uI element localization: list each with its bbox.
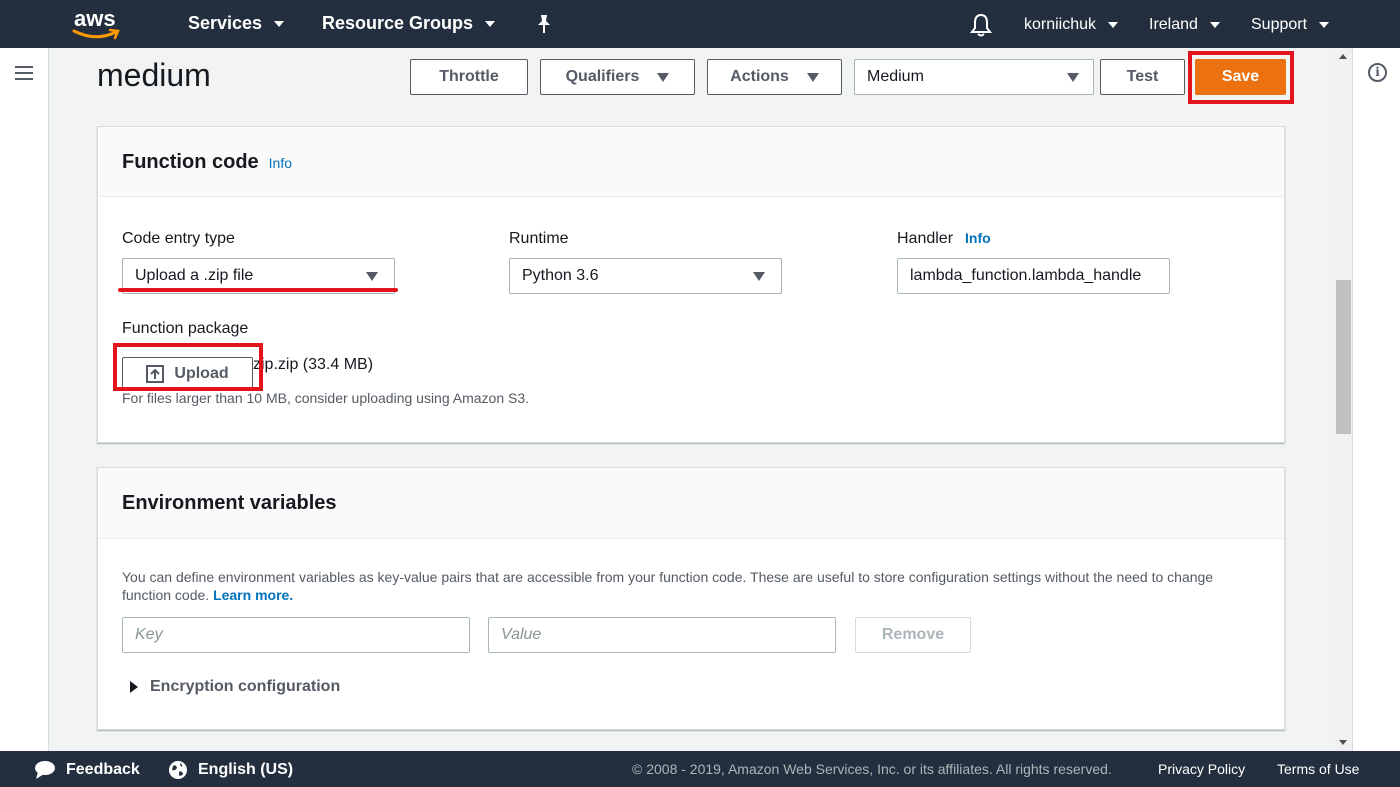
save-label: Save [1221, 68, 1260, 85]
speech-bubble-icon [35, 761, 55, 779]
bell-icon[interactable] [970, 13, 992, 37]
env-value-input[interactable]: Value [488, 617, 836, 653]
encryption-configuration-label: Encryption configuration [150, 678, 341, 695]
env-value-placeholder: Value [501, 626, 542, 643]
caret-down-icon [806, 72, 819, 82]
chevron-down-icon [1108, 22, 1119, 28]
caret-down-icon [753, 272, 765, 281]
uploaded-file-name: zip.zip (33.4 MB) [253, 356, 374, 373]
support-label: Support [1251, 16, 1308, 33]
remove-button[interactable]: Remove [855, 617, 971, 653]
chevron-down-icon [1209, 22, 1220, 28]
terms-of-use-link[interactable]: Terms of Use [1277, 761, 1359, 777]
upload-label: Upload [174, 364, 229, 382]
chevron-down-icon [274, 20, 285, 27]
scroll-down-arrow-icon[interactable] [1339, 740, 1347, 745]
environment-variables-panel: Environment variables You can define env… [97, 467, 1285, 730]
language-selector[interactable]: English (US) [168, 760, 293, 780]
chevron-down-icon [1319, 22, 1330, 28]
code-entry-type-label: Code entry type [122, 230, 235, 247]
throttle-button[interactable]: Throttle [410, 59, 528, 95]
function-code-title: Function code Info [122, 151, 292, 174]
right-rail: i [1352, 48, 1400, 751]
region-label: Ireland [1149, 16, 1198, 33]
aws-smile-icon [72, 28, 120, 40]
upload-help-text: For files larger than 10 MB, consider up… [122, 390, 530, 406]
aws-logo[interactable]: aws [72, 6, 124, 40]
feedback-label: Feedback [66, 761, 140, 778]
services-menu[interactable]: Services [188, 13, 285, 34]
environment-variables-title: Environment variables [122, 492, 337, 514]
throttle-label: Throttle [439, 68, 499, 85]
region-menu[interactable]: Ireland [1149, 16, 1220, 34]
environment-variables-header: Environment variables [98, 468, 1284, 539]
test-event-select[interactable]: Medium [854, 59, 1094, 95]
chevron-down-icon [485, 20, 496, 27]
function-code-title-text: Function code [122, 151, 259, 173]
upload-button[interactable]: Upload [122, 357, 253, 390]
account-menu[interactable]: korniichuk [1024, 16, 1119, 34]
scroll-up-arrow-icon[interactable] [1339, 54, 1347, 59]
support-menu[interactable]: Support [1251, 16, 1330, 34]
test-button[interactable]: Test [1100, 59, 1185, 95]
learn-more-link[interactable]: Learn more. [213, 587, 293, 603]
footer-bar: Feedback English (US) © 2008 - 2019, Ama… [0, 751, 1400, 787]
save-button[interactable]: Save [1195, 59, 1286, 95]
feedback-button[interactable]: Feedback [34, 760, 140, 780]
scrollbar-thumb[interactable] [1336, 280, 1351, 434]
upload-icon [146, 364, 165, 383]
handler-info-link[interactable]: Info [965, 230, 991, 246]
test-label: Test [1126, 68, 1159, 85]
globe-icon [169, 761, 187, 779]
resource-groups-label: Resource Groups [322, 13, 474, 33]
handler-label-text: Handler [897, 230, 954, 247]
handler-input[interactable]: lambda_function.lambda_handle [897, 258, 1170, 294]
function-code-info-link[interactable]: Info [269, 155, 292, 171]
function-name-title: medium [97, 57, 211, 93]
function-code-header: Function code Info [98, 127, 1284, 197]
encryption-configuration-toggle[interactable]: Encryption configuration [130, 678, 340, 696]
env-key-placeholder: Key [135, 626, 163, 643]
env-key-input[interactable]: Key [122, 617, 470, 653]
runtime-select[interactable]: Python 3.6 [509, 258, 782, 294]
pin-icon[interactable] [535, 14, 553, 34]
caret-down-icon [1067, 73, 1079, 82]
copyright-text: © 2008 - 2019, Amazon Web Services, Inc.… [632, 761, 1112, 777]
qualifiers-label: Qualifiers [565, 68, 640, 85]
runtime-label: Runtime [509, 230, 569, 247]
caret-right-icon [130, 681, 138, 693]
handler-label: Handler Info [897, 230, 991, 248]
account-label: korniichuk [1024, 16, 1097, 33]
code-entry-type-value: Upload a .zip file [135, 267, 254, 284]
environment-variables-description: You can define environment variables as … [122, 568, 1242, 604]
language-label: English (US) [198, 761, 294, 778]
page-scrollbar[interactable] [1335, 48, 1352, 751]
qualifiers-dropdown-button[interactable]: Qualifiers [540, 59, 695, 95]
resource-groups-menu[interactable]: Resource Groups [322, 13, 496, 34]
function-code-panel: Function code Info Code entry type Upload… [97, 126, 1285, 443]
left-rail [0, 48, 49, 751]
code-entry-type-select[interactable]: Upload a .zip file [122, 258, 395, 294]
caret-down-icon [366, 272, 378, 281]
top-navigation-bar: aws Services Resource Groups korniichuk … [0, 0, 1400, 48]
info-panel-icon[interactable]: i [1368, 63, 1387, 82]
actions-label: Actions [730, 68, 789, 85]
remove-label: Remove [881, 626, 945, 643]
actions-dropdown-button[interactable]: Actions [707, 59, 842, 95]
caret-down-icon [657, 72, 670, 82]
handler-value: lambda_function.lambda_handle [910, 267, 1142, 284]
services-label: Services [188, 13, 263, 33]
runtime-value: Python 3.6 [522, 267, 599, 284]
hamburger-menu-icon[interactable] [15, 66, 33, 80]
test-event-value: Medium [867, 68, 924, 85]
privacy-policy-link[interactable]: Privacy Policy [1158, 761, 1245, 777]
function-package-label: Function package [122, 320, 249, 337]
